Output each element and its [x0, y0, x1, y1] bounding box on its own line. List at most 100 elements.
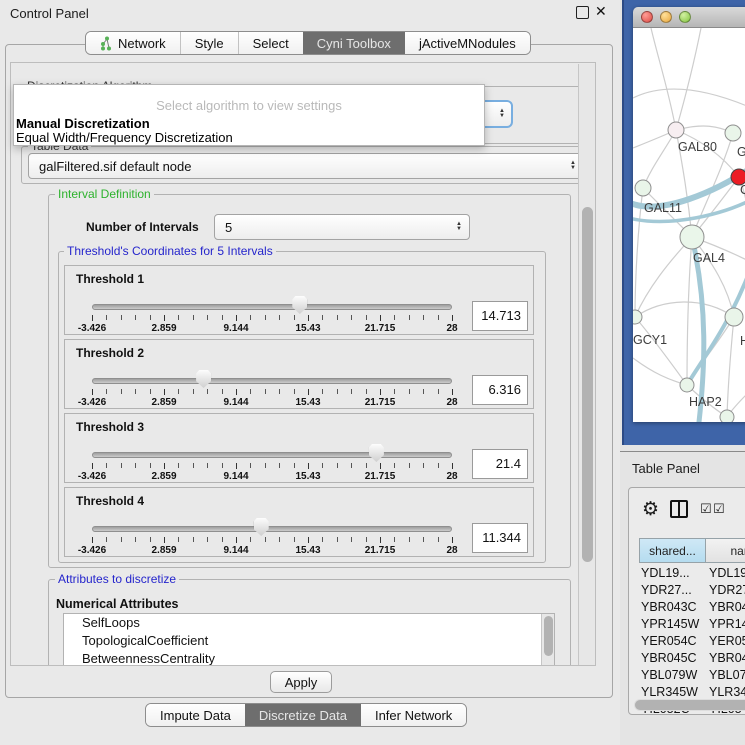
slider-thumb[interactable] — [196, 370, 211, 388]
panel-scrollbar[interactable] — [578, 64, 596, 666]
checkbox-icon[interactable]: ☑ — [713, 501, 725, 517]
slider-tick — [178, 463, 179, 468]
slider-tick — [193, 463, 194, 468]
attribute-item[interactable]: BetweennessCentrality — [64, 650, 554, 666]
threshold-slider[interactable]: -3.4262.8599.14415.4321.71528 — [92, 372, 452, 406]
table-cell[interactable]: YBR043C — [639, 600, 707, 617]
slider-track[interactable] — [92, 452, 452, 458]
threshold-slider[interactable]: -3.4262.8599.14415.4321.71528 — [92, 520, 452, 554]
table-row[interactable]: YDR27...YDR27 — [639, 583, 745, 600]
threshold-slider[interactable]: -3.4262.8599.14415.4321.71528 — [92, 446, 452, 480]
list-scrollbar[interactable] — [541, 614, 554, 666]
slider-thumb[interactable] — [254, 518, 269, 536]
attribute-item[interactable]: SelfLoops — [64, 614, 554, 632]
table-cell[interactable]: YDR27 — [707, 583, 745, 600]
column-header-name[interactable]: name — [706, 538, 745, 563]
table-row[interactable]: YPR145WYPR14 — [639, 617, 745, 634]
slider-thumb[interactable] — [292, 296, 307, 314]
slider-tick — [452, 537, 453, 543]
edge — [635, 302, 734, 317]
attribute-item[interactable]: TopologicalCoefficient — [64, 632, 554, 650]
table-cell[interactable]: YDR27... — [639, 583, 707, 600]
table-cell[interactable]: YPR145W — [639, 617, 707, 634]
slider-track[interactable] — [92, 378, 452, 384]
threshold-value-field[interactable]: 14.713 — [472, 301, 528, 331]
tab-jactivemnodules[interactable]: jActiveMNodules — [405, 32, 530, 54]
node-GAL11[interactable] — [635, 180, 651, 196]
threshold-value-field[interactable]: 11.344 — [472, 523, 528, 553]
slider-tick — [380, 537, 381, 543]
gear-icon[interactable]: ⚙ — [642, 498, 659, 521]
threshold-value-field[interactable]: 6.316 — [472, 375, 528, 405]
tab-impute-data[interactable]: Impute Data — [146, 704, 245, 726]
network-canvas[interactable]: GAL80GACGAL11GAL4GCY1HHAP2 — [633, 28, 745, 422]
dropdown-option-equal-width[interactable]: Equal Width/Frequency Discretization — [16, 130, 233, 145]
table-row[interactable]: YBR043CYBR04 — [639, 600, 745, 617]
threshold-slider[interactable]: -3.4262.8599.14415.4321.71528 — [92, 298, 452, 332]
slider-tick — [366, 389, 367, 394]
close-traffic-light[interactable] — [641, 11, 653, 23]
slider-tick — [294, 537, 295, 542]
minimize-traffic-light[interactable] — [660, 11, 672, 23]
table-row[interactable]: YDL19...YDL19 — [639, 566, 745, 583]
table-cell[interactable]: YBR04 — [707, 600, 745, 617]
node-label: GAL80 — [678, 140, 717, 154]
tab-cyni-toolbox[interactable]: Cyni Toolbox — [303, 32, 405, 54]
network-window-titlebar[interactable] — [633, 7, 745, 28]
table-cell[interactable]: YDL19 — [707, 566, 745, 583]
list-scrollbar-thumb[interactable] — [544, 616, 553, 656]
tab-network[interactable]: Network — [86, 32, 180, 54]
slider-tick — [135, 463, 136, 468]
table-row[interactable]: YBL079WYBL07 — [639, 668, 745, 685]
slider-tick — [351, 389, 352, 394]
node-GAL4[interactable] — [680, 225, 704, 249]
tab-infer-network[interactable]: Infer Network — [361, 704, 466, 726]
table-row[interactable]: YBR045CYBR04 — [639, 651, 745, 668]
table-cell[interactable]: YBR04 — [707, 651, 745, 668]
table-hscrollbar-thumb[interactable] — [635, 700, 745, 710]
table-cell[interactable]: YER054C — [639, 634, 707, 651]
threshold-label: Threshold 4 — [76, 494, 144, 508]
node-HAP2[interactable] — [680, 378, 694, 392]
table-cell[interactable]: YBL079W — [639, 668, 707, 685]
table-cell[interactable]: YER05 — [707, 634, 745, 651]
slider-tick — [279, 537, 280, 542]
split-columns-icon[interactable] — [670, 500, 688, 518]
close-icon[interactable]: ✕ — [595, 3, 607, 20]
table-data-combobox[interactable]: galFiltered.sif default node ▲▼ — [28, 153, 584, 179]
tab-select[interactable]: Select — [238, 32, 303, 54]
table-cell[interactable]: YBL07 — [707, 668, 745, 685]
slider-tick — [423, 389, 424, 394]
dropdown-option-manual[interactable]: Manual Discretization — [16, 116, 150, 131]
tab-style[interactable]: Style — [180, 32, 238, 54]
node-GAL80[interactable] — [668, 122, 684, 138]
node[interactable] — [725, 308, 743, 326]
apply-button[interactable]: Apply — [270, 671, 332, 693]
slider-tick — [164, 463, 165, 469]
node-GCY1[interactable] — [633, 310, 642, 324]
slider-tick — [265, 463, 266, 468]
node[interactable] — [725, 125, 741, 141]
tab-discretize-data[interactable]: Discretize Data — [245, 704, 361, 726]
table-row[interactable]: YER054CYER05 — [639, 634, 745, 651]
slider-thumb[interactable] — [369, 444, 384, 462]
checkbox-icon[interactable]: ☑ — [700, 501, 712, 517]
slider-tick — [322, 537, 323, 542]
numerical-attributes-list[interactable]: SelfLoopsTopologicalCoefficientBetweenne… — [63, 613, 555, 666]
table-cell[interactable]: YDL19... — [639, 566, 707, 583]
panel-scrollbar-thumb[interactable] — [582, 207, 593, 562]
zoom-traffic-light[interactable] — [679, 11, 691, 23]
slider-track[interactable] — [92, 304, 452, 310]
number-of-intervals-combobox[interactable]: 5 ▲▼ — [214, 214, 470, 240]
table-cell[interactable]: YBR045C — [639, 651, 707, 668]
table-cell[interactable]: YPR14 — [707, 617, 745, 634]
slider-track[interactable] — [92, 526, 452, 532]
column-header-shared[interactable]: shared... — [639, 538, 706, 563]
float-icon[interactable] — [576, 6, 589, 19]
threshold-value-field[interactable]: 21.4 — [472, 449, 528, 479]
panel-splitter[interactable] — [620, 451, 745, 452]
table-hscrollbar[interactable] — [634, 699, 745, 711]
slider-tick — [178, 537, 179, 542]
slider-tick-label: 28 — [446, 323, 457, 334]
node[interactable] — [720, 410, 734, 422]
